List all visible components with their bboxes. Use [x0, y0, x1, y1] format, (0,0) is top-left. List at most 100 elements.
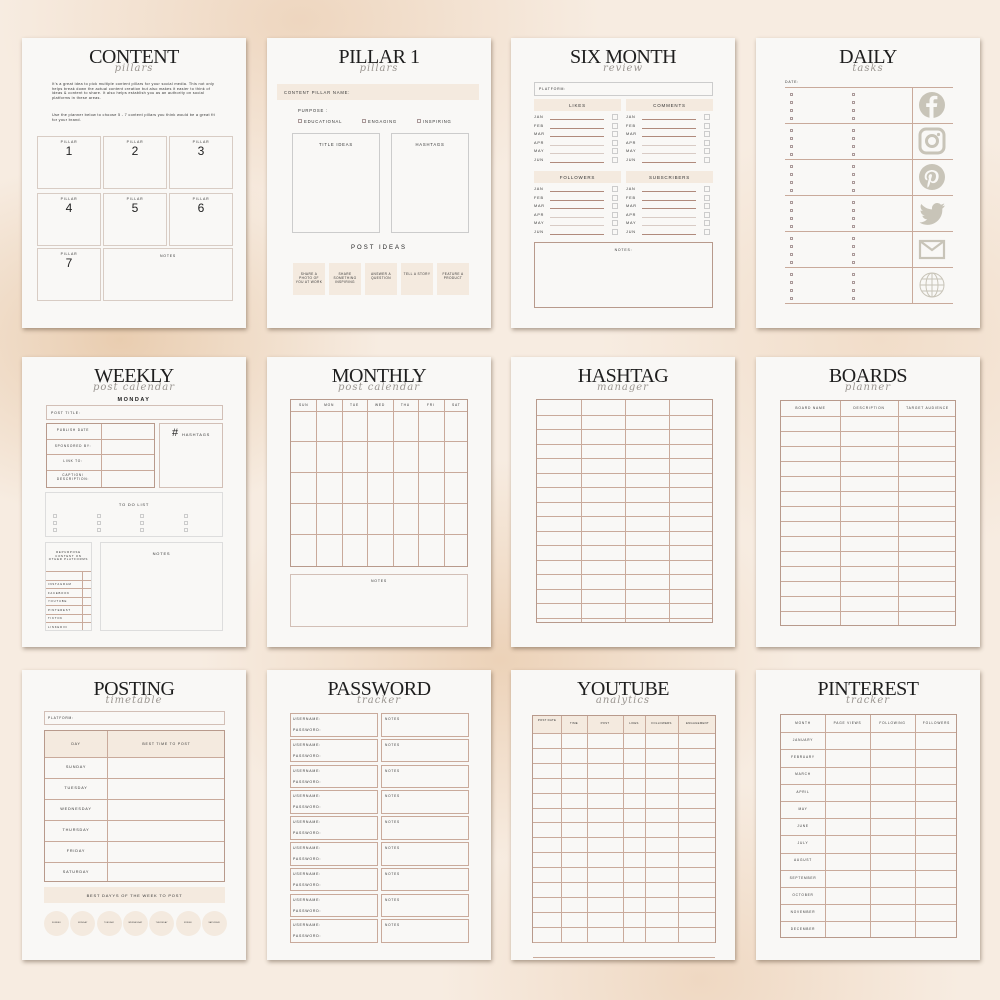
task-checkbox[interactable] [852, 181, 855, 184]
checkbox[interactable] [704, 114, 710, 120]
todo-checkbox[interactable] [183, 528, 188, 532]
checkbox[interactable] [704, 139, 710, 146]
task-checkbox[interactable] [852, 237, 855, 240]
task-checkbox[interactable] [790, 189, 793, 192]
checkbox[interactable] [298, 119, 302, 123]
checkbox[interactable] [417, 119, 421, 123]
task-checkbox[interactable] [790, 145, 793, 148]
todo-checkbox[interactable] [140, 521, 144, 525]
checkbox[interactable] [612, 122, 618, 129]
todo-checkbox[interactable] [183, 521, 188, 525]
day-circle[interactable]: MONDAY [70, 911, 96, 936]
task-checkbox[interactable] [852, 253, 855, 256]
checkbox[interactable] [612, 194, 618, 201]
checkbox[interactable] [612, 186, 618, 192]
checkbox[interactable] [704, 122, 710, 129]
task-checkbox[interactable] [790, 137, 793, 140]
task-checkbox[interactable] [790, 201, 793, 204]
task-checkbox[interactable] [852, 217, 855, 220]
platform-field[interactable]: PLATFORM: [44, 711, 225, 725]
checkbox[interactable] [612, 148, 618, 155]
task-checkbox[interactable] [852, 261, 855, 264]
checkbox[interactable] [704, 203, 710, 210]
task-checkbox[interactable] [852, 209, 855, 212]
task-checkbox[interactable] [790, 281, 793, 284]
todo-checkbox[interactable] [53, 514, 57, 518]
todo-checkbox[interactable] [96, 514, 101, 518]
task-checkbox[interactable] [790, 93, 793, 96]
task-checkbox[interactable] [852, 245, 855, 248]
task-checkbox[interactable] [852, 93, 855, 96]
checkbox[interactable] [612, 229, 618, 235]
task-checkbox[interactable] [790, 209, 793, 212]
task-checkbox[interactable] [852, 165, 855, 168]
checkbox[interactable] [704, 131, 710, 138]
task-checkbox[interactable] [790, 181, 793, 184]
task-checkbox[interactable] [852, 129, 855, 132]
task-checkbox[interactable] [852, 117, 855, 120]
row-divider [781, 869, 956, 871]
day-circle[interactable]: TUESDAY [96, 911, 122, 936]
task-checkbox[interactable] [852, 201, 855, 204]
task-checkbox[interactable] [852, 273, 855, 276]
checkbox[interactable] [612, 131, 618, 138]
task-checkbox[interactable] [790, 109, 793, 112]
checkbox[interactable] [612, 211, 618, 218]
task-checkbox[interactable] [852, 153, 855, 156]
task-checkbox[interactable] [852, 297, 855, 300]
task-checkbox[interactable] [790, 273, 793, 276]
checkbox[interactable] [612, 157, 618, 163]
task-checkbox[interactable] [790, 217, 793, 220]
content-pillar-name-field[interactable]: CONTENT PILLAR NAME: [277, 84, 479, 100]
day-circle[interactable]: SATURDAY [201, 911, 227, 936]
task-checkbox[interactable] [790, 101, 793, 104]
todo-checkbox[interactable] [96, 521, 101, 525]
todo-checkbox[interactable] [140, 528, 144, 532]
task-checkbox[interactable] [790, 153, 793, 156]
checkbox[interactable] [704, 220, 710, 227]
task-checkbox[interactable] [790, 173, 793, 176]
task-checkbox[interactable] [790, 165, 793, 168]
todo-checkbox[interactable] [53, 521, 57, 525]
task-checkbox[interactable] [852, 289, 855, 292]
todo-checkbox[interactable] [96, 528, 101, 532]
checkbox[interactable] [612, 114, 618, 120]
task-checkbox[interactable] [852, 225, 855, 228]
checkbox[interactable] [612, 220, 618, 227]
todo-checkbox[interactable] [53, 528, 57, 532]
task-checkbox[interactable] [852, 173, 855, 176]
todo-checkbox[interactable] [140, 514, 144, 518]
task-checkbox[interactable] [852, 281, 855, 284]
platform-field[interactable]: PLATFORM: [534, 82, 713, 96]
day-circle[interactable]: FRIDAY [175, 911, 201, 936]
todo-checkbox[interactable] [183, 514, 188, 518]
checkbox[interactable] [704, 157, 710, 163]
task-checkbox[interactable] [790, 225, 793, 228]
task-checkbox[interactable] [852, 101, 855, 104]
day-circle[interactable]: THURSDAY [149, 911, 175, 936]
checkbox[interactable] [612, 139, 618, 146]
task-checkbox[interactable] [790, 289, 793, 292]
checkbox[interactable] [704, 211, 710, 218]
checkbox[interactable] [704, 194, 710, 201]
task-checkbox[interactable] [852, 145, 855, 148]
task-checkbox[interactable] [852, 189, 855, 192]
task-checkbox[interactable] [790, 245, 793, 248]
task-checkbox[interactable] [790, 261, 793, 264]
task-checkbox[interactable] [852, 109, 855, 112]
checkbox[interactable] [362, 119, 366, 123]
month-label: MAR [626, 204, 637, 209]
task-checkbox[interactable] [790, 117, 793, 120]
checkbox[interactable] [704, 148, 710, 155]
checkbox[interactable] [704, 229, 710, 235]
task-checkbox[interactable] [790, 297, 793, 300]
post-title-field[interactable]: POST TITLE: [46, 405, 223, 420]
task-checkbox[interactable] [790, 129, 793, 132]
task-checkbox[interactable] [790, 237, 793, 240]
task-checkbox[interactable] [790, 253, 793, 256]
day-circle[interactable]: WEDNESDAY [122, 911, 148, 936]
day-circle[interactable]: SUNDAY [44, 911, 69, 936]
checkbox[interactable] [612, 203, 618, 210]
task-checkbox[interactable] [852, 137, 855, 140]
checkbox[interactable] [704, 186, 710, 192]
